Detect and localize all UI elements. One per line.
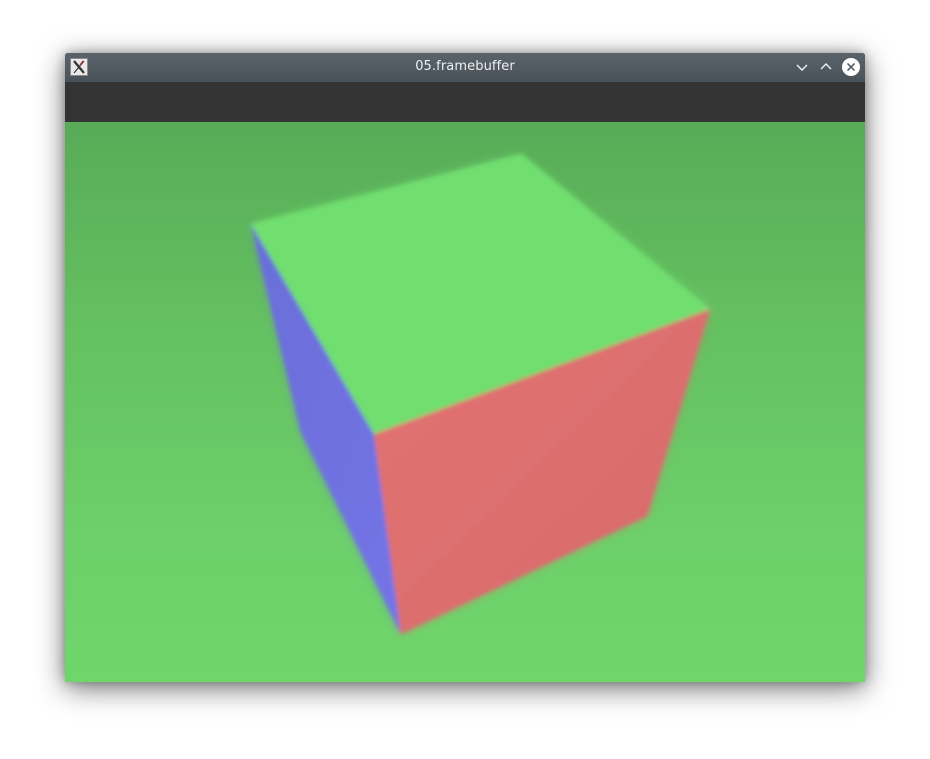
menu-bar (65, 82, 865, 122)
app-window: 05.framebuffer (65, 53, 865, 682)
minimize-icon[interactable] (792, 57, 812, 77)
window-title: 05.framebuffer (415, 59, 515, 74)
cube-scene (251, 154, 710, 634)
maximize-icon[interactable] (816, 57, 836, 77)
close-icon[interactable] (841, 57, 861, 77)
render-viewport[interactable] (65, 122, 865, 682)
title-bar[interactable]: 05.framebuffer (65, 53, 865, 82)
